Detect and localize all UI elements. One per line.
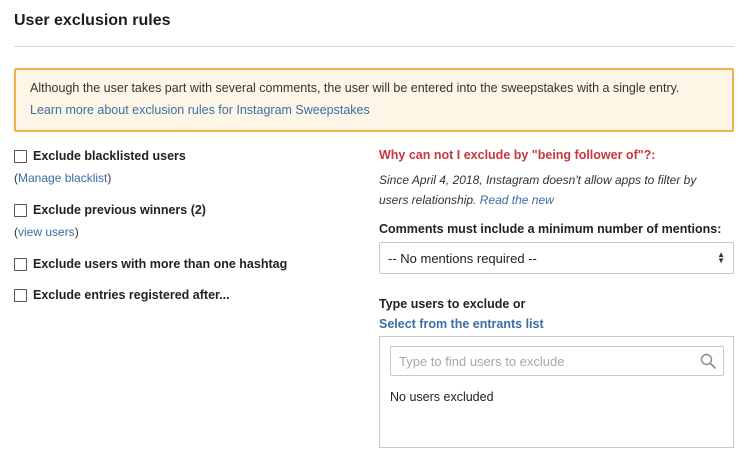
option-previous-winners[interactable]: Exclude previous winners (2) [14, 203, 206, 217]
manage-blacklist-link[interactable]: Manage blacklist [18, 171, 107, 185]
info-notice: Although the user takes part with severa… [14, 68, 734, 132]
multi-hashtag-label[interactable]: Exclude users with more than one hashtag [33, 257, 287, 271]
multi-hashtag-checkbox[interactable] [14, 257, 27, 271]
previous-winners-label[interactable]: Exclude previous winners (2) [33, 203, 206, 217]
registered-after-label[interactable]: Exclude entries registered after... [33, 288, 230, 302]
title-divider [14, 46, 734, 47]
section-title: User exclusion rules [14, 12, 171, 29]
view-users-link[interactable]: view users [18, 225, 75, 239]
notice-text: Although the user takes part with severa… [30, 81, 680, 95]
previous-winners-checkbox[interactable] [14, 203, 27, 217]
search-icon[interactable] [700, 353, 716, 369]
option-registered-after[interactable]: Exclude entries registered after... [14, 288, 230, 302]
registered-after-checkbox[interactable] [14, 288, 27, 302]
read-the-new-link[interactable]: Read the new [480, 193, 554, 207]
follower-info-text: Since April 4, 2018, Instagram doesn't a… [379, 170, 729, 210]
blacklisted-checkbox[interactable] [14, 149, 27, 163]
follower-warning-heading: Why can not I exclude by "being follower… [379, 148, 656, 162]
paren-close: ) [74, 225, 79, 239]
previous-winners-sub: (view users) [14, 225, 79, 239]
option-multi-hashtag[interactable]: Exclude users with more than one hashtag [14, 257, 287, 271]
blacklisted-label[interactable]: Exclude blacklisted users [33, 149, 186, 163]
exclusion-rules-link[interactable]: Learn more about exclusion rules for Ins… [30, 103, 370, 117]
search-field[interactable] [390, 346, 724, 376]
excluded-users-box: No users excluded [379, 336, 734, 448]
exclude-users-label: Type users to exclude or [379, 297, 526, 311]
paren-close: ) [107, 171, 112, 185]
blacklist-sub: (Manage blacklist) [14, 171, 111, 185]
mentions-select-value[interactable]: -- No mentions required -- [388, 251, 537, 266]
mentions-select[interactable]: -- No mentions required -- ▲ ▼ [379, 242, 734, 274]
option-blacklisted[interactable]: Exclude blacklisted users [14, 149, 186, 163]
mentions-label: Comments must include a minimum number o… [379, 222, 722, 236]
no-users-text: No users excluded [390, 390, 494, 404]
select-entrants-link[interactable]: Select from the entrants list [379, 317, 544, 331]
search-input[interactable] [391, 347, 723, 375]
select-arrows-icon: ▲ ▼ [717, 250, 725, 265]
